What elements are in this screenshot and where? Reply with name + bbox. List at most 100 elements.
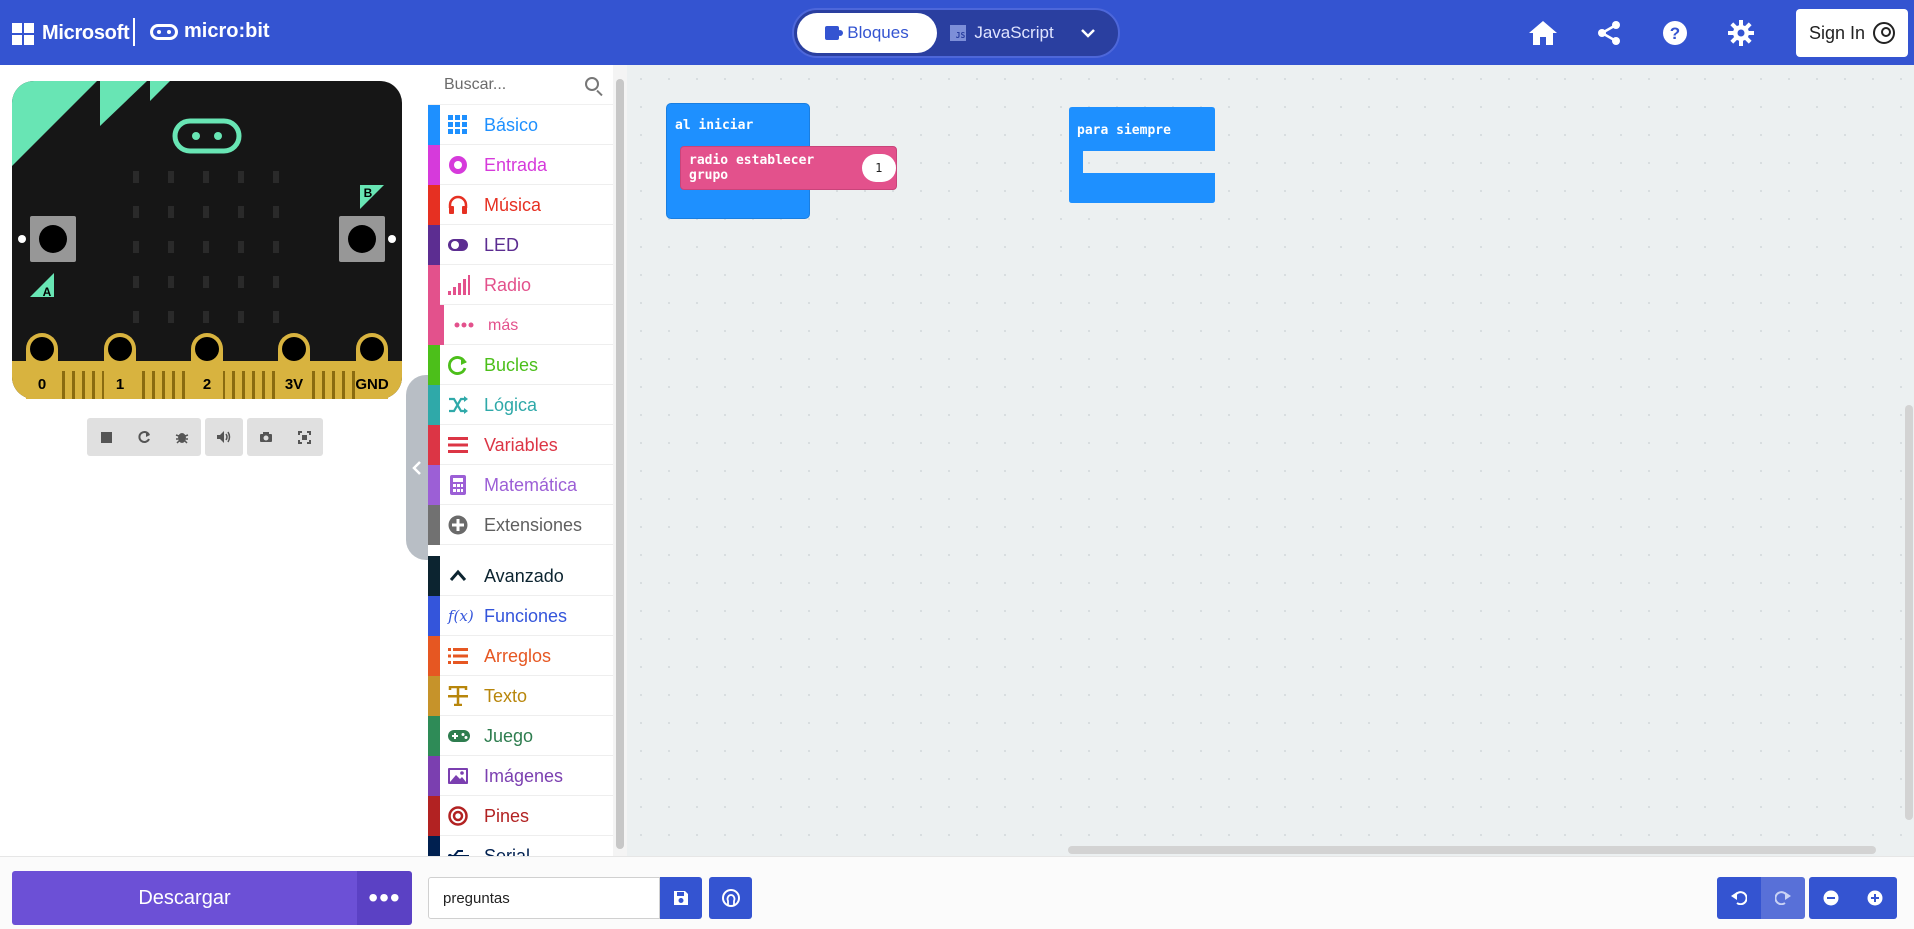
on-start-label: al iniciar [675, 118, 754, 133]
list-icon [448, 437, 468, 453]
bottom-toolbar: Descargar ••• preguntas [0, 856, 1914, 929]
home-button[interactable] [1526, 16, 1560, 50]
radio-group-input[interactable]: 1 [861, 154, 896, 182]
category-functions[interactable]: f(x) Funciones [428, 596, 613, 636]
category-color-bar [428, 596, 440, 636]
mute-button[interactable] [205, 418, 243, 456]
category-color-bar [428, 676, 440, 716]
block-toolbox: Buscar... Básico Entrada Música LED Radi… [428, 65, 613, 860]
sign-in-button[interactable]: Sign In [1796, 9, 1908, 57]
category-extensions[interactable]: Extensiones [428, 505, 613, 545]
brand-divider [133, 18, 135, 46]
forever-block[interactable]: para siempre [1069, 107, 1215, 203]
category-label: Imágenes [484, 766, 564, 786]
mute-icon [217, 431, 231, 443]
help-button[interactable]: ? [1658, 16, 1692, 50]
category-color-bar [428, 796, 440, 836]
microsoft-logo[interactable]: Microsoft [12, 22, 130, 45]
collapse-simulator-button[interactable] [406, 375, 428, 560]
blocks-mode-button[interactable]: Bloques [797, 13, 937, 53]
microbit-icon [150, 23, 178, 40]
zoom-out-icon [1823, 890, 1839, 906]
category-input[interactable]: Entrada [428, 145, 613, 185]
category-logic[interactable]: Lógica [428, 385, 613, 425]
workspace-horizontal-scrollbar[interactable] [1068, 846, 1876, 854]
undo-button[interactable] [1717, 877, 1761, 919]
help-icon: ? [1663, 21, 1687, 45]
category-color-bar [428, 305, 444, 345]
category-label: Entrada [484, 155, 548, 175]
category-color-bar [428, 385, 440, 425]
project-name-input[interactable]: preguntas [428, 877, 660, 919]
pin-1-label: 1 [116, 376, 124, 393]
zoom-out-button[interactable] [1809, 877, 1853, 919]
settings-icon [1728, 20, 1754, 46]
redo-button[interactable] [1761, 877, 1805, 919]
workspace-vertical-scrollbar[interactable] [1905, 405, 1913, 820]
target-icon [448, 806, 468, 826]
pin-0-label: 0 [38, 376, 46, 393]
blocks-mode-label: Bloques [847, 23, 909, 42]
toggle-icon [448, 239, 468, 251]
category-led[interactable]: LED [428, 225, 613, 265]
search-input[interactable]: Buscar... [444, 76, 506, 94]
microbit-logo[interactable]: micro:bit [150, 20, 270, 43]
button-b[interactable] [339, 216, 385, 262]
category-loops[interactable]: Bucles [428, 345, 613, 385]
category-color-bar [428, 265, 440, 305]
category-pins[interactable]: Pines [428, 796, 613, 836]
chevron-left-icon [412, 460, 421, 475]
more-icon: ••• [368, 882, 401, 913]
toolbox-scrollbar-thumb[interactable] [616, 79, 624, 849]
stop-button[interactable] [87, 418, 125, 456]
save-button[interactable] [660, 877, 702, 919]
category-color-bar [428, 185, 440, 225]
microbit-board[interactable]: A B 0 1 2 3V GND [12, 81, 402, 399]
save-icon [674, 891, 688, 905]
category-label: Básico [484, 115, 539, 135]
category-music[interactable]: Música [428, 185, 613, 225]
category-arrays[interactable]: Arreglos [428, 636, 613, 676]
toolbox-scrollbar[interactable] [613, 65, 627, 860]
microsoft-label: Microsoft [42, 22, 130, 44]
language-dropdown-button[interactable] [1064, 13, 1112, 53]
category-text[interactable]: Texto [428, 676, 613, 716]
share-button[interactable] [1592, 16, 1626, 50]
radio-set-group-block[interactable]: radio establecer grupo 1 [680, 146, 897, 190]
editor-mode-switch: Bloques JS JavaScript [792, 8, 1120, 58]
category-basic[interactable]: Básico [428, 105, 613, 145]
restart-button[interactable] [125, 418, 163, 456]
category-label: Matemática [484, 475, 578, 495]
javascript-mode-button[interactable]: JS JavaScript [942, 13, 1062, 53]
top-header: Microsoft micro:bit Bloques JS JavaScrip… [0, 0, 1914, 65]
javascript-icon: JS [950, 25, 967, 41]
debug-button[interactable] [163, 418, 201, 456]
category-variables[interactable]: Variables [428, 425, 613, 465]
download-more-button[interactable]: ••• [357, 871, 412, 925]
category-radio-more[interactable]: más [428, 305, 613, 345]
zoom-in-button[interactable] [1853, 877, 1897, 919]
download-button[interactable]: Descargar [12, 871, 357, 925]
category-radio[interactable]: Radio [428, 265, 613, 305]
fullscreen-button[interactable] [285, 418, 323, 456]
category-color-bar [428, 465, 440, 505]
category-math[interactable]: Matemática [428, 465, 613, 505]
home-icon [1529, 21, 1557, 45]
github-button[interactable] [709, 877, 752, 919]
category-images[interactable]: Imágenes [428, 756, 613, 796]
loop-icon [448, 356, 467, 375]
toolbox-search[interactable]: Buscar... [428, 65, 613, 105]
project-name-value: preguntas [443, 889, 510, 907]
category-label: Radio [484, 275, 532, 295]
undo-icon [1731, 891, 1747, 905]
settings-button[interactable] [1724, 16, 1758, 50]
category-game[interactable]: Juego [428, 716, 613, 756]
restart-icon [138, 431, 150, 443]
simulator-panel: A B 0 1 2 3V GND [0, 65, 425, 855]
button-a[interactable] [30, 216, 76, 262]
blocks-workspace[interactable]: al iniciar radio establecer grupo 1 para… [627, 65, 1914, 860]
microbit-label: micro:bit [184, 20, 270, 42]
category-label: Lógica [484, 395, 538, 415]
screenshot-button[interactable] [247, 418, 285, 456]
category-advanced[interactable]: Avanzado [428, 556, 613, 596]
